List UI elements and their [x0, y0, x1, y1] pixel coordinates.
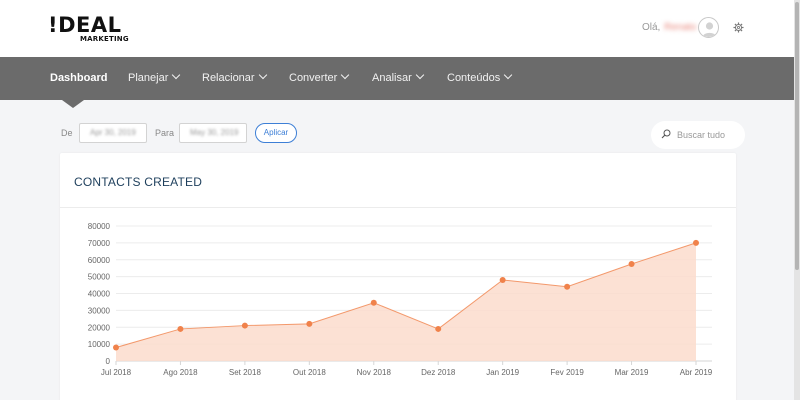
x-tick-label: Jan 2019 — [486, 368, 519, 377]
nav-item-dashboard[interactable]: Dashboard — [50, 57, 107, 100]
data-point — [177, 325, 184, 332]
date-to-value: May 30, 2019 — [190, 128, 239, 137]
chevron-down-icon — [503, 70, 513, 80]
chevron-down-icon — [415, 70, 424, 80]
date-to-label: Para — [155, 128, 175, 138]
data-point — [499, 277, 506, 283]
x-tick-label: Jul 2018 — [101, 368, 132, 377]
y-tick-label: 50000 — [88, 273, 111, 282]
main-navbar: Dashboard Planejar Relacionar Converter … — [0, 57, 800, 149]
x-tick-label: Ago 2018 — [163, 368, 198, 377]
date-to-input[interactable]: May 30, 2019 — [179, 123, 247, 143]
x-tick-label: Dez 2018 — [421, 368, 456, 377]
x-tick-label: Fev 2019 — [550, 368, 584, 377]
nav-item-relacionar[interactable]: Relacionar — [202, 57, 267, 100]
x-tick-label: Out 2018 — [293, 368, 326, 377]
card-title: CONTACTS CREATED — [74, 175, 203, 189]
nav-item-label: Conteúdos — [447, 72, 501, 84]
date-from-value: Apr 30, 2019 — [90, 128, 136, 137]
data-point — [435, 325, 442, 332]
nav-item-analisar[interactable]: Analisar — [372, 57, 424, 100]
y-tick-label: 30000 — [88, 306, 111, 315]
gear-icon[interactable] — [733, 22, 744, 33]
contacts-area-chart: 0 10000 20000 30000 40000 50000 60000 70000 8000… — [88, 222, 713, 377]
user-greeting: Olá, Renato — [642, 21, 696, 35]
data-point — [113, 344, 119, 351]
chevron-down-icon — [172, 70, 181, 80]
x-tick-label: Set 2018 — [229, 368, 262, 377]
user-avatar[interactable] — [698, 17, 719, 38]
nav-item-label: Converter — [289, 72, 338, 84]
chevron-down-icon — [341, 70, 350, 80]
series-area — [116, 242, 696, 361]
search-input[interactable]: Buscar tudo — [677, 128, 725, 142]
y-tick-label: 10000 — [88, 340, 111, 349]
nav-item-label: Analisar — [372, 72, 412, 84]
data-point — [628, 260, 635, 267]
chevron-down-icon — [258, 70, 267, 80]
nav-item-label: Planejar — [128, 72, 169, 84]
active-nav-indicator — [62, 100, 84, 108]
top-header: !DEAL MARKETING Olá, Renato — [0, 0, 800, 57]
avatar-person-icon — [702, 22, 717, 37]
y-tick-label: 80000 — [88, 222, 111, 231]
logo-wordmark: !DEAL — [48, 13, 122, 37]
data-point — [241, 322, 248, 329]
y-tick-label: 0 — [106, 357, 111, 366]
scrollbar-thumb[interactable] — [795, 2, 799, 270]
nav-item-conteudos[interactable]: Conteúdos — [447, 57, 513, 100]
greeting-text: Olá, — [642, 22, 661, 33]
logo-subtitle: MARKETING — [80, 35, 129, 43]
x-tick-label: Mar 2019 — [615, 368, 649, 377]
x-tick-label: Nov 2018 — [357, 368, 392, 377]
nav-item-converter[interactable]: Converter — [289, 57, 350, 100]
x-tick-label: Abr 2019 — [680, 368, 713, 377]
data-point — [370, 299, 377, 306]
nav-item-label: Relacionar — [202, 72, 255, 84]
card-divider — [60, 207, 736, 208]
date-from-input[interactable]: Apr 30, 2019 — [79, 123, 147, 143]
y-tick-label: 20000 — [88, 323, 111, 332]
date-from-label: De — [61, 128, 73, 138]
data-point — [693, 239, 699, 246]
search-icon — [661, 129, 671, 139]
ideal-marketing-logo[interactable]: !DEAL MARKETING — [48, 13, 129, 44]
y-tick-label: 70000 — [88, 239, 111, 248]
search-box[interactable]: Buscar tudo — [651, 121, 745, 149]
user-name: Renato — [664, 22, 697, 33]
apply-button[interactable]: Aplicar — [255, 123, 297, 143]
y-tick-label: 40000 — [88, 290, 111, 299]
data-point — [564, 283, 571, 290]
data-point — [306, 320, 313, 327]
nav-item-planejar[interactable]: Planejar — [128, 57, 181, 100]
nav-item-label: Dashboard — [50, 72, 108, 84]
y-tick-label: 60000 — [88, 256, 111, 265]
